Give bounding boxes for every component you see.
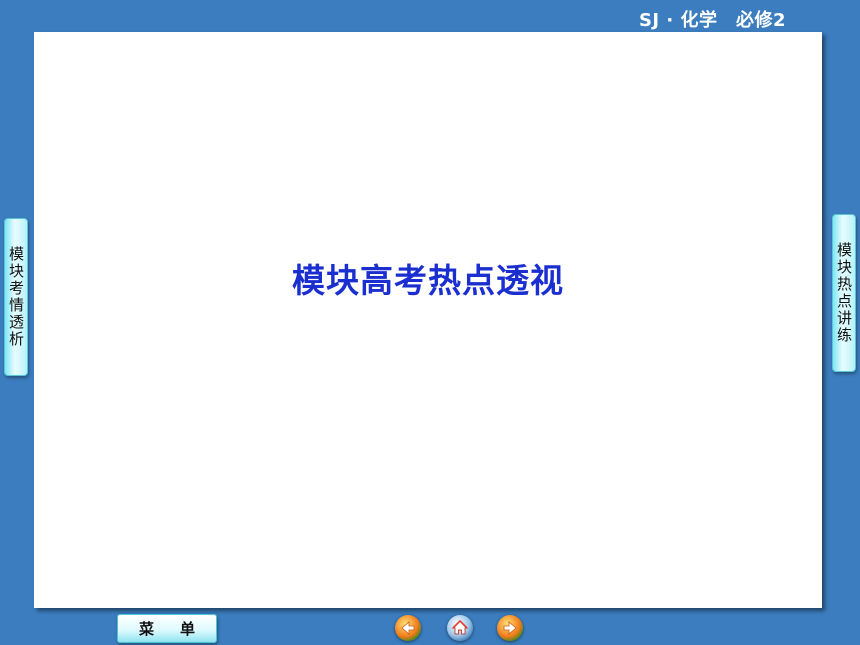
right-tab-label: 模块热点讲练	[835, 242, 853, 344]
slide-title: 模块高考热点透视	[292, 261, 564, 300]
menu-button-label: 菜单	[138, 620, 221, 638]
left-tab-module-exam-analysis[interactable]: 模块考情透析	[4, 218, 28, 376]
next-page-button[interactable]	[497, 615, 523, 641]
menu-button[interactable]: 菜单	[117, 614, 217, 643]
arrow-right-icon	[503, 621, 517, 635]
arrow-left-icon	[401, 621, 415, 635]
prev-page-button[interactable]	[395, 615, 421, 641]
slide-canvas: 模块高考热点透视	[34, 32, 822, 608]
left-tab-label: 模块考情透析	[7, 246, 25, 348]
right-tab-module-hotspot-practice[interactable]: 模块热点讲练	[832, 214, 856, 372]
home-icon	[451, 619, 469, 635]
home-button[interactable]	[447, 615, 473, 641]
course-header-title: SJ · 化学 必修2	[638, 10, 786, 31]
